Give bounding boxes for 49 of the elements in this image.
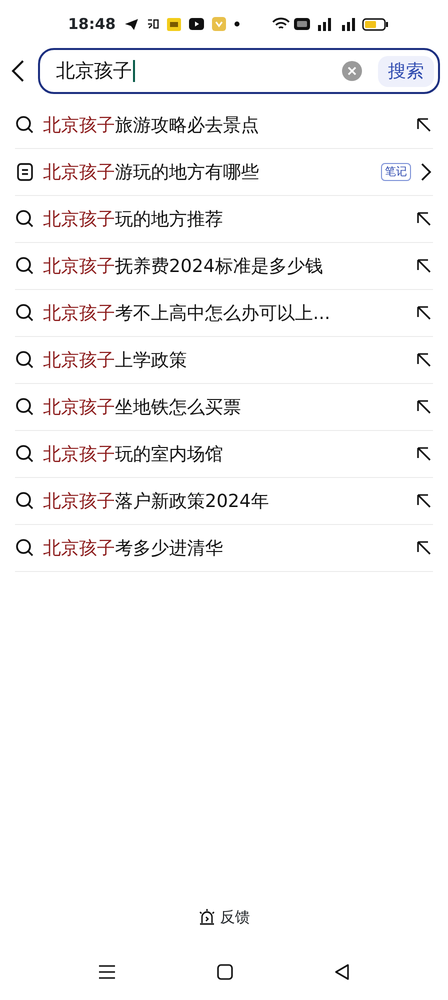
fill-arrow-icon[interactable]	[415, 398, 433, 416]
fill-arrow-icon[interactable]	[415, 445, 433, 463]
search-icon	[15, 538, 35, 558]
suggestion-link[interactable]: 北京孩子考不上高中怎么办可以上...	[43, 300, 407, 326]
suggestion-link[interactable]: 北京孩子玩的室内场馆	[43, 440, 407, 468]
search-icon	[15, 397, 35, 417]
search-icon	[15, 303, 35, 323]
suggestion-link[interactable]: 北京孩子上学政策	[43, 346, 407, 374]
suggestion-link[interactable]: 北京孩子落户新政策2024年	[43, 488, 407, 514]
clock: 18:48	[68, 14, 116, 35]
app-icon	[166, 18, 181, 30]
menu-icon[interactable]	[98, 964, 116, 980]
video-icon	[188, 18, 204, 30]
suggestion-link[interactable]: 北京孩子旅游攻略必去景点	[43, 112, 407, 138]
search-icon	[15, 256, 35, 276]
feedback-icon[interactable]	[198, 908, 216, 926]
search-icon	[15, 444, 35, 464]
dot-icon	[234, 21, 240, 27]
home-icon[interactable]	[216, 964, 233, 980]
fill-arrow-icon[interactable]	[415, 210, 433, 228]
search-field[interactable]: 北京孩子 搜索	[38, 48, 440, 94]
note-tag: 笔记	[381, 162, 411, 182]
fill-arrow-icon[interactable]	[415, 351, 433, 369]
fill-arrow-icon[interactable]	[415, 539, 433, 557]
suggestion-link[interactable]: 北京孩子玩的地方推荐	[43, 206, 407, 232]
app-icon	[212, 17, 226, 31]
back-icon[interactable]	[334, 964, 350, 980]
hd-icon	[294, 18, 310, 30]
search-icon	[15, 491, 35, 511]
wifi-icon	[272, 17, 290, 31]
fill-arrow-icon[interactable]	[415, 304, 433, 322]
app-icon	[146, 18, 159, 30]
suggestion-link[interactable]: 北京孩子坐地铁怎么买票	[43, 394, 407, 420]
fill-arrow-icon[interactable]	[415, 116, 433, 134]
suggestion-link[interactable]: 北京孩子抚养费2024标准是多少钱	[43, 252, 407, 280]
send-icon	[124, 18, 139, 30]
fill-arrow-icon[interactable]	[415, 492, 433, 510]
search-icon	[15, 209, 35, 229]
fill-arrow-icon[interactable]	[415, 257, 433, 275]
suggestion-link[interactable]: 北京孩子游玩的地方有哪些	[43, 158, 369, 186]
search-button[interactable]: 搜索	[378, 56, 434, 86]
note-icon	[15, 162, 35, 182]
clear-icon[interactable]	[342, 61, 362, 81]
chevron-icon[interactable]	[419, 162, 433, 182]
suggestion-link[interactable]: 北京孩子考多少进清华	[43, 534, 407, 562]
search-icon	[15, 115, 35, 135]
battery-icon	[362, 18, 388, 30]
search-icon	[15, 350, 35, 370]
feedback-link[interactable]: 反馈	[220, 906, 250, 928]
